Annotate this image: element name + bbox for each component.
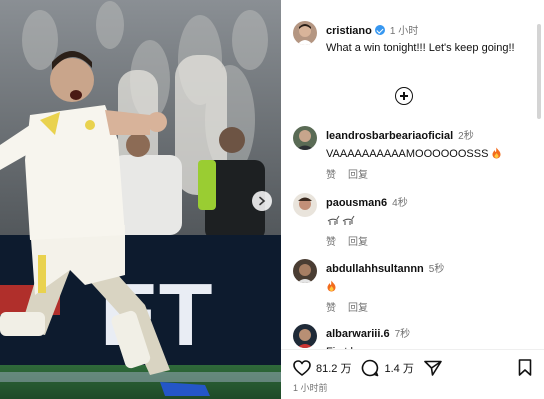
like-count: 81.2 万 — [316, 363, 352, 375]
like-comment-button[interactable]: 赞 — [326, 237, 336, 248]
like-comment-button[interactable]: 赞 — [326, 170, 336, 181]
avatar[interactable] — [293, 259, 317, 283]
comment-time: 2秒 — [458, 131, 474, 142]
comment-username[interactable]: paousman6 — [326, 197, 387, 209]
avatar[interactable] — [293, 324, 317, 348]
load-more-comments-button[interactable] — [395, 87, 413, 105]
comment-time: 4秒 — [392, 198, 408, 209]
fire-emoji-icon — [327, 280, 336, 292]
post-time: 1 小时 — [389, 26, 419, 37]
comments-panel[interactable]: cristiano 1 小时 What a win tonight!!! Let'… — [281, 0, 544, 399]
fire-emoji-icon — [492, 147, 501, 159]
post-timestamp: 1 小时前 — [293, 383, 328, 393]
post-username[interactable]: cristiano — [326, 25, 372, 37]
bookmark-icon[interactable] — [518, 359, 532, 376]
chevron-right-icon — [259, 196, 266, 206]
avatar[interactable] — [293, 21, 317, 45]
heart-icon[interactable] — [293, 360, 311, 376]
share-icon[interactable] — [424, 360, 442, 376]
comment-icon[interactable] — [361, 359, 379, 377]
reply-button[interactable]: 回复 — [348, 237, 368, 248]
post-caption-block: cristiano 1 小时 What a win tonight!!! Let'… — [293, 21, 532, 56]
comment-text: VAAAAAAAAAAMOOOOOOSSS — [326, 148, 489, 160]
comment-username[interactable]: leandrosbarbeariaoficial — [326, 130, 453, 142]
comment-count: 1.4 万 — [384, 363, 414, 375]
comment-item: abdullahhsultannn 5秒 赞 回复 — [293, 259, 532, 314]
post-action-bar: 81.2 万 1.4 万 1 小时前 — [281, 349, 544, 399]
goat-emoji-icon — [327, 215, 355, 225]
post-caption: What a win tonight!!! Let's keep going!! — [326, 42, 515, 54]
post-photo[interactable]: ET — [0, 0, 281, 399]
comment-username[interactable]: albarwariii.6 — [326, 328, 390, 340]
comment-item: paousman6 4秒 赞 回复 — [293, 193, 532, 248]
avatar[interactable] — [293, 193, 317, 217]
reply-button[interactable]: 回复 — [348, 303, 368, 314]
comment-item: leandrosbarbeariaoficial 2秒 VAAAAAAAAAAMO… — [293, 126, 532, 181]
verified-badge-icon — [374, 25, 385, 35]
reply-button[interactable]: 回复 — [348, 170, 368, 181]
next-photo-button[interactable] — [252, 191, 272, 211]
comment-time: 5秒 — [428, 264, 445, 275]
scrollbar[interactable] — [537, 24, 541, 119]
avatar[interactable] — [293, 126, 317, 150]
comment-username[interactable]: abdullahhsultannn — [326, 263, 424, 275]
comment-time: 7秒 — [394, 329, 411, 340]
like-comment-button[interactable]: 赞 — [326, 303, 336, 314]
